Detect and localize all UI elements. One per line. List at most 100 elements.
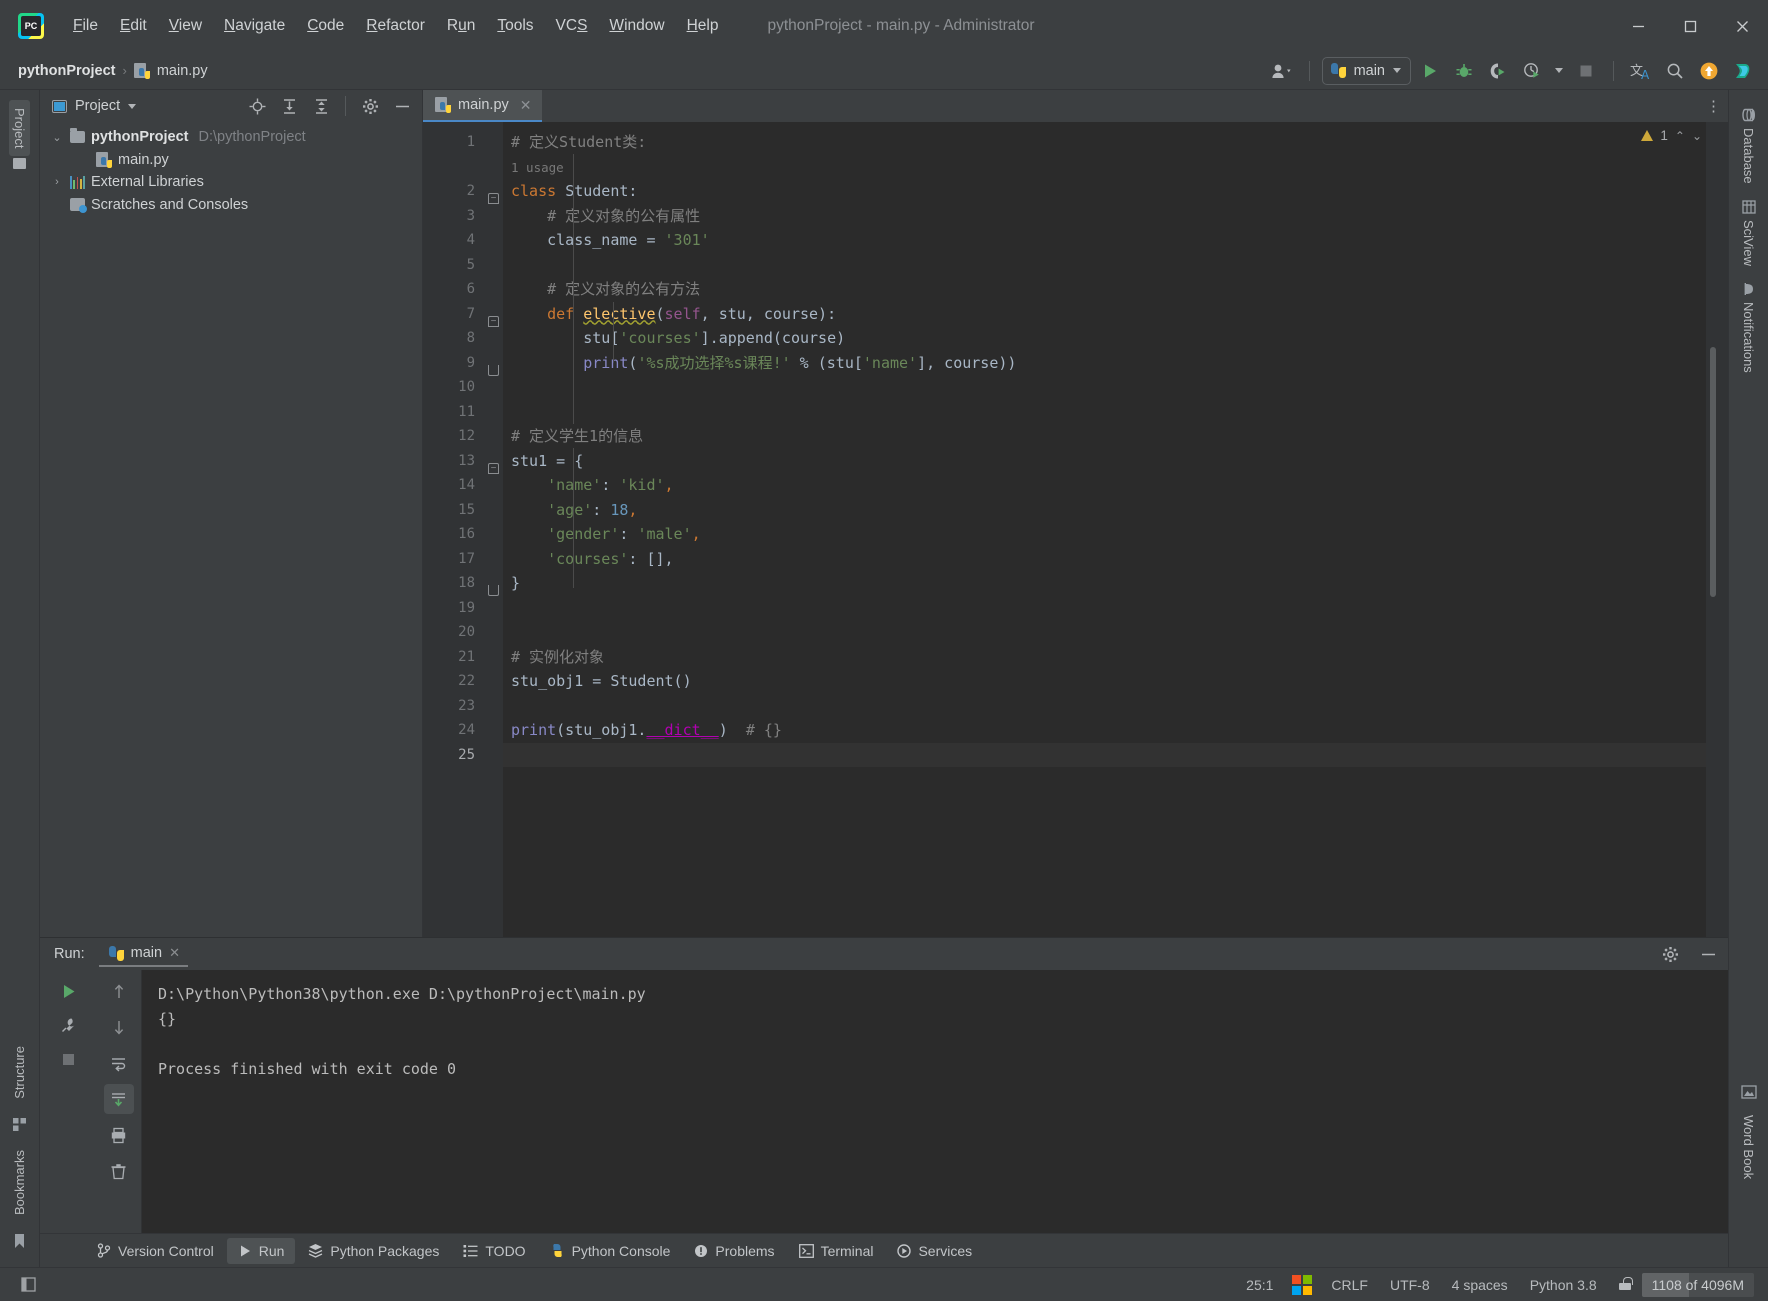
code-line[interactable]: print(stu_obj1.__dict__) # {}	[503, 718, 1706, 743]
debug-button[interactable]	[1449, 57, 1479, 85]
settings-gear-icon[interactable]	[358, 94, 382, 118]
code-line[interactable]: # 定义Student类:	[503, 130, 1706, 155]
inspection-widget[interactable]: 1 ⌃ ⌄	[1641, 128, 1702, 143]
bottom-tab-version-control[interactable]: Version Control	[86, 1238, 225, 1264]
menu-item-edit[interactable]: Edit	[109, 12, 158, 40]
caret-position[interactable]: 25:1	[1235, 1273, 1284, 1297]
settings-gear-icon[interactable]	[1658, 942, 1682, 966]
usage-hint[interactable]: 1 usage	[503, 155, 1706, 180]
run-configuration-selector[interactable]: main	[1321, 56, 1411, 85]
code-line[interactable]: def elective(self, stu, course):	[503, 302, 1706, 327]
code-line[interactable]: 'gender': 'male',	[503, 522, 1706, 547]
bottom-tab-todo[interactable]: TODO	[452, 1238, 536, 1264]
fold-marker-dict-end[interactable]	[488, 585, 499, 596]
close-button[interactable]	[1716, 0, 1768, 52]
profile-button[interactable]	[1517, 57, 1547, 85]
editor-right-gutter[interactable]	[1706, 122, 1728, 937]
modify-run-configuration-icon[interactable]	[53, 1010, 83, 1040]
bottom-tab-problems[interactable]: Problems	[683, 1238, 785, 1264]
project-folder-icon-stripe[interactable]	[10, 156, 29, 177]
translate-icon[interactable]: 文 A	[1626, 57, 1656, 85]
code-line[interactable]: class Student:	[503, 179, 1706, 204]
code-line[interactable]: # 实例化对象	[503, 645, 1706, 670]
bottom-tab-services[interactable]: Services	[886, 1238, 983, 1264]
clear-all-icon[interactable]	[104, 1156, 134, 1186]
profile-dropdown-icon[interactable]	[1551, 57, 1567, 85]
bottom-tab-python-console[interactable]: Python Console	[539, 1238, 682, 1264]
down-stack-icon[interactable]	[104, 1012, 134, 1042]
menu-item-refactor[interactable]: Refactor	[355, 12, 436, 40]
menu-item-help[interactable]: Help	[676, 12, 730, 40]
tree-node[interactable]: ⌄ pythonProject D:\pythonProject	[40, 126, 422, 149]
chevron-down-icon[interactable]	[128, 103, 137, 109]
fold-marker-def-end[interactable]	[488, 365, 499, 376]
menu-item-code[interactable]: Code	[296, 12, 355, 40]
code-line[interactable]: class_name = '301'	[503, 228, 1706, 253]
soft-wrap-icon[interactable]	[104, 1048, 134, 1078]
run-with-coverage-button[interactable]	[1483, 57, 1513, 85]
bottom-tab-terminal[interactable]: Terminal	[788, 1238, 885, 1264]
stop-button[interactable]	[1571, 57, 1601, 85]
close-icon[interactable]: ✕	[520, 97, 532, 114]
sidebar-item-database[interactable]: Database	[1738, 100, 1759, 192]
breadcrumb-project[interactable]: pythonProject	[18, 63, 115, 79]
sidebar-item-sciview[interactable]: SciView	[1738, 192, 1759, 274]
code-text[interactable]: # 定义Student类: 1 usage class Student: # 定义对…	[503, 122, 1706, 937]
menu-item-vcs[interactable]: VCS	[545, 12, 599, 40]
fold-marker-class[interactable]: −	[488, 193, 499, 204]
user-account-icon[interactable]	[1267, 57, 1297, 85]
code-line[interactable]: stu1 = {	[503, 449, 1706, 474]
code-line[interactable]	[503, 253, 1706, 278]
collapse-all-icon[interactable]	[309, 94, 333, 118]
run-console-output[interactable]: D:\Python\Python38\python.exe D:\pythonP…	[142, 970, 1728, 1233]
memory-indicator[interactable]: 1108 of 4096M	[1641, 1272, 1754, 1297]
print-icon[interactable]	[104, 1120, 134, 1150]
rerun-icon[interactable]	[53, 976, 83, 1006]
code-line[interactable]: 'age': 18,	[503, 498, 1706, 523]
close-icon[interactable]: ✕	[169, 945, 180, 961]
code-line[interactable]: 'name': 'kid',	[503, 473, 1706, 498]
menu-item-tools[interactable]: Tools	[486, 12, 544, 40]
show-tool-windows-icon[interactable]	[14, 1277, 42, 1292]
up-stack-icon[interactable]	[104, 976, 134, 1006]
code-line[interactable]: # 定义学生1的信息	[503, 424, 1706, 449]
chevron-down-icon[interactable]: ⌄	[50, 131, 64, 144]
structure-icon-stripe[interactable]	[9, 1109, 30, 1140]
update-available-icon[interactable]	[1694, 57, 1724, 85]
code-line[interactable]: 'courses': [],	[503, 547, 1706, 572]
indent-setting[interactable]: 4 spaces	[1441, 1273, 1519, 1297]
bottom-tab-run[interactable]: Run	[226, 1237, 296, 1264]
chevron-down-icon[interactable]: ⌄	[1692, 129, 1702, 143]
tree-node[interactable]: › External Libraries	[40, 171, 422, 194]
ide-feature-trainer-icon[interactable]	[1728, 57, 1758, 85]
expand-all-icon[interactable]	[277, 94, 301, 118]
code-line[interactable]	[503, 400, 1706, 425]
code-line[interactable]: # 定义对象的公有属性	[503, 204, 1706, 229]
code-line[interactable]: stu['courses'].append(course)	[503, 326, 1706, 351]
bottom-tab-python-packages[interactable]: Python Packages	[297, 1238, 450, 1264]
line-separator[interactable]: CRLF	[1320, 1273, 1379, 1297]
code-line[interactable]: }	[503, 571, 1706, 596]
code-line[interactable]: stu_obj1 = Student()	[503, 669, 1706, 694]
sidebar-item-project[interactable]: Project	[9, 100, 30, 157]
sidebar-item-wordbook[interactable]: Word Book	[1738, 1107, 1759, 1187]
breadcrumb-file[interactable]: main.py	[157, 63, 208, 79]
code-line[interactable]	[503, 375, 1706, 400]
tree-node[interactable]: Scratches and Consoles	[40, 194, 422, 217]
fold-marker-def[interactable]: −	[488, 316, 499, 327]
maximize-button[interactable]	[1664, 0, 1716, 52]
code-line[interactable]: # 定义对象的公有方法	[503, 277, 1706, 302]
select-opened-file-icon[interactable]	[245, 94, 269, 118]
menu-item-navigate[interactable]: Navigate	[213, 12, 296, 40]
hide-panel-icon[interactable]	[1696, 942, 1720, 966]
read-write-lock-icon[interactable]	[1608, 1273, 1642, 1297]
stop-icon[interactable]	[53, 1044, 83, 1074]
code-line[interactable]	[503, 596, 1706, 621]
chevron-up-icon[interactable]: ⌃	[1675, 129, 1685, 143]
run-button[interactable]	[1415, 57, 1445, 85]
run-tab-main[interactable]: main ✕	[98, 941, 188, 967]
code-line[interactable]: print('%s成功选择%s课程!' % (stu['name'], cour…	[503, 351, 1706, 376]
fold-marker-dict[interactable]: −	[488, 463, 499, 474]
sidebar-item-structure[interactable]: Structure	[9, 1038, 30, 1107]
menu-item-run[interactable]: Run	[436, 12, 486, 40]
